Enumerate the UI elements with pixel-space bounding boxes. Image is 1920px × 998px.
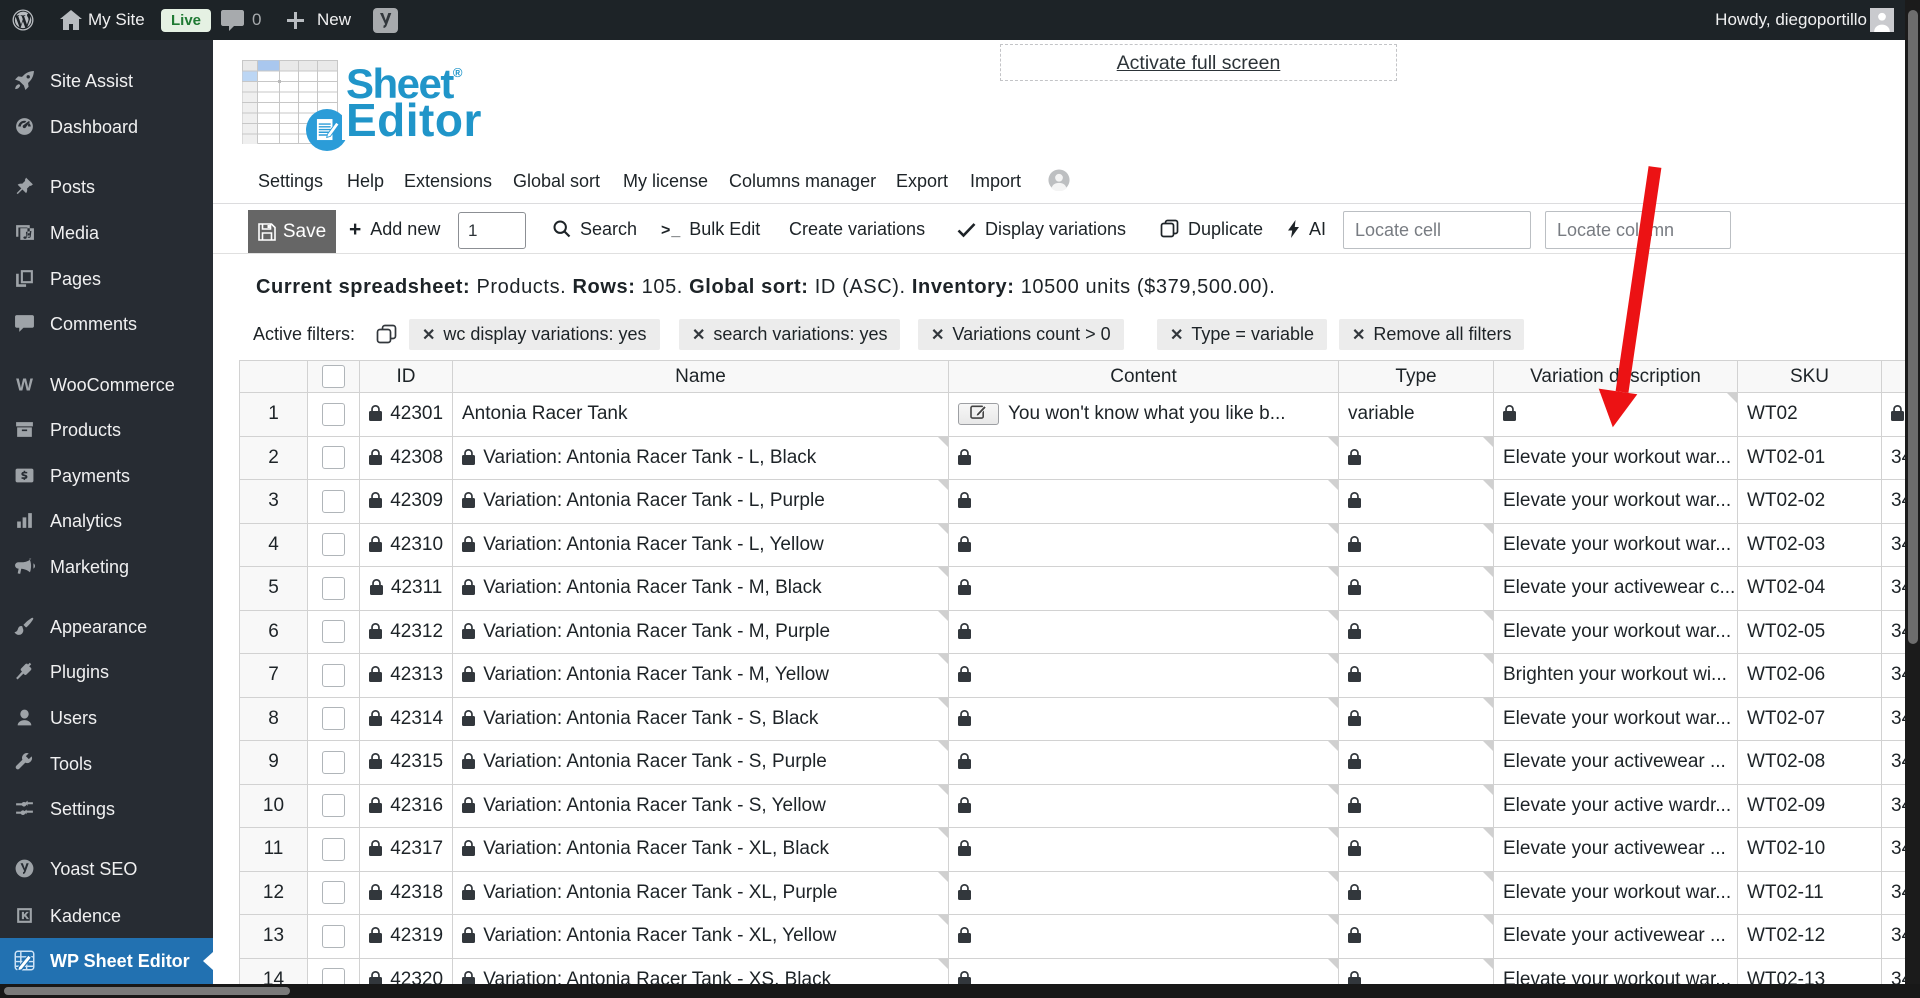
svg-text:W: W [16,374,33,394]
